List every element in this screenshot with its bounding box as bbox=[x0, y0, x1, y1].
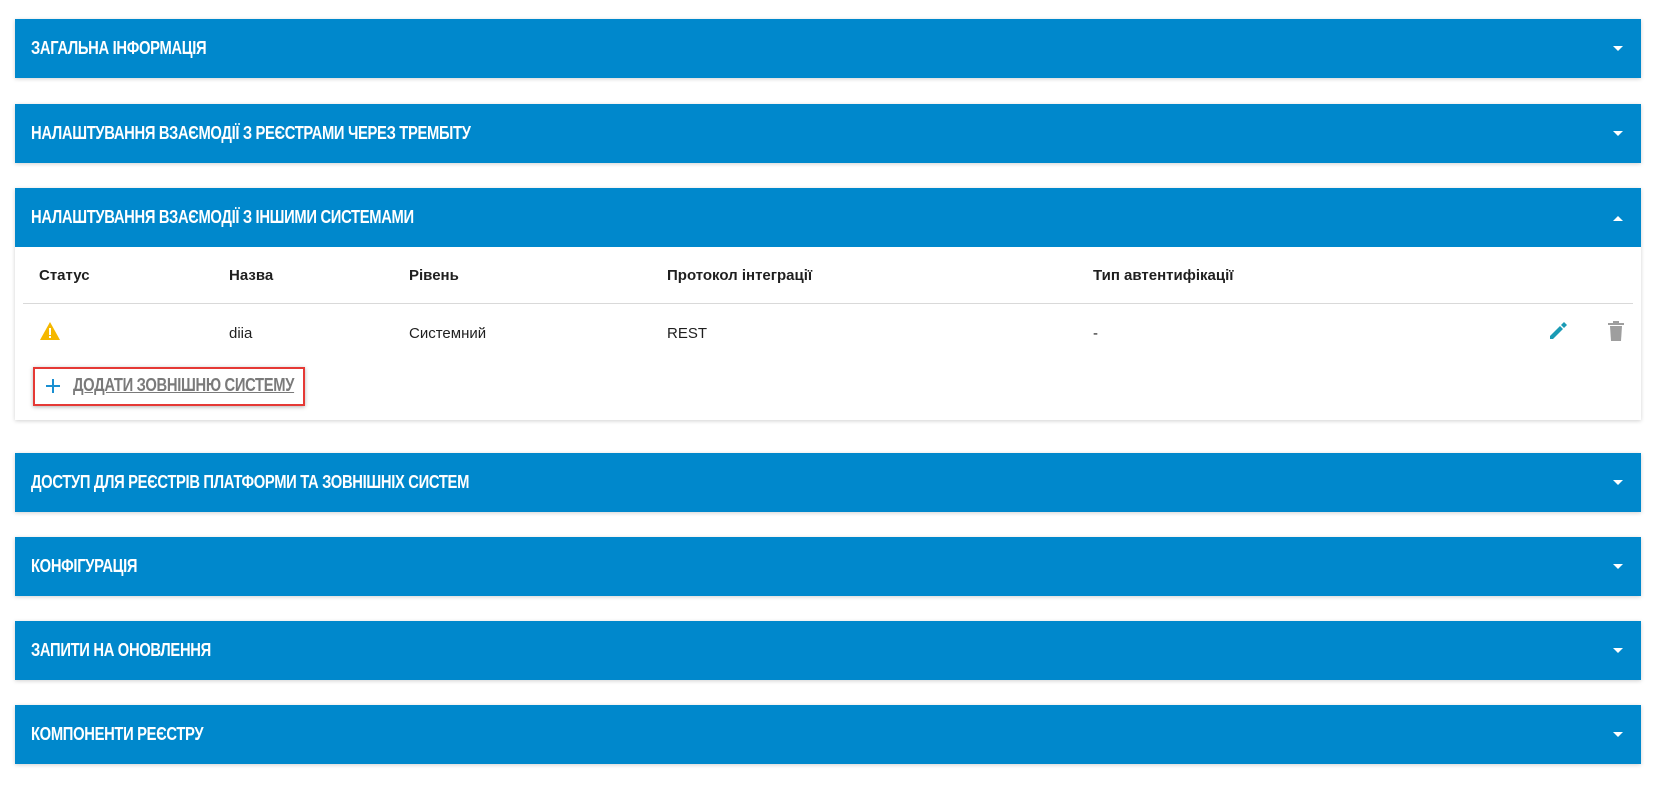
external-systems-table: Статус Назва Рівень Протокол інтеграції … bbox=[23, 247, 1633, 362]
chevron-up-icon bbox=[1611, 211, 1625, 225]
panel-title: НАЛАШТУВАННЯ ВЗАЄМОДІЇ З РЕЄСТРАМИ ЧЕРЕЗ… bbox=[31, 123, 471, 143]
column-header-status: Статус bbox=[23, 247, 213, 304]
panel-other-systems-settings: НАЛАШТУВАННЯ ВЗАЄМОДІЇ З ІНШИМИ СИСТЕМАМ… bbox=[15, 188, 1641, 420]
protocol-cell: REST bbox=[667, 324, 708, 342]
chevron-down-icon bbox=[1611, 560, 1625, 574]
chevron-down-icon bbox=[1611, 728, 1625, 742]
column-header-actions bbox=[1477, 247, 1633, 304]
panel-configuration: КОНФІГУРАЦІЯ bbox=[15, 537, 1641, 596]
panel-title: ЗАГАЛЬНА ІНФОРМАЦІЯ bbox=[31, 38, 207, 58]
pencil-icon[interactable] bbox=[1547, 320, 1569, 346]
panel-header-registry-components[interactable]: КОМПОНЕНТИ РЕЄСТРУ bbox=[15, 705, 1641, 764]
panel-header-configuration[interactable]: КОНФІГУРАЦІЯ bbox=[15, 537, 1641, 596]
chevron-down-icon bbox=[1611, 127, 1625, 141]
add-external-system-button[interactable]: ДОДАТИ ЗОВНІШНЮ СИСТЕМУ bbox=[33, 367, 305, 406]
panel-header-general-info[interactable]: ЗАГАЛЬНА ІНФОРМАЦІЯ bbox=[15, 19, 1641, 78]
panel-body: Статус Назва Рівень Протокол інтеграції … bbox=[15, 247, 1641, 420]
panel-general-info: ЗАГАЛЬНА ІНФОРМАЦІЯ bbox=[15, 19, 1641, 78]
panel-title: ЗАПИТИ НА ОНОВЛЕННЯ bbox=[31, 640, 211, 660]
warning-icon bbox=[39, 321, 61, 345]
column-header-name: Назва bbox=[213, 247, 393, 304]
chevron-down-icon bbox=[1611, 476, 1625, 490]
panel-header-trembita-settings[interactable]: НАЛАШТУВАННЯ ВЗАЄМОДІЇ З РЕЄСТРАМИ ЧЕРЕЗ… bbox=[15, 104, 1641, 163]
panel-trembita-settings: НАЛАШТУВАННЯ ВЗАЄМОДІЇ З РЕЄСТРАМИ ЧЕРЕЗ… bbox=[15, 104, 1641, 163]
name-cell: diia bbox=[229, 324, 253, 342]
add-external-system-label: ДОДАТИ ЗОВНІШНЮ СИСТЕМУ bbox=[73, 375, 295, 395]
chevron-down-icon bbox=[1611, 644, 1625, 658]
column-header-level: Рівень bbox=[393, 247, 651, 304]
chevron-down-icon bbox=[1611, 42, 1625, 56]
level-cell: Системний bbox=[409, 324, 487, 342]
plus-icon bbox=[45, 378, 61, 394]
trash-icon[interactable] bbox=[1607, 320, 1625, 346]
panel-access-settings: ДОСТУП ДЛЯ РЕЄСТРІВ ПЛАТФОРМИ ТА ЗОВНІШН… bbox=[15, 453, 1641, 512]
table-header-row: Статус Назва Рівень Протокол інтеграції … bbox=[23, 247, 1633, 304]
panel-update-requests: ЗАПИТИ НА ОНОВЛЕННЯ bbox=[15, 621, 1641, 680]
panel-title: ДОСТУП ДЛЯ РЕЄСТРІВ ПЛАТФОРМИ ТА ЗОВНІШН… bbox=[31, 472, 470, 492]
panel-title: НАЛАШТУВАННЯ ВЗАЄМОДІЇ З ІНШИМИ СИСТЕМАМ… bbox=[31, 207, 414, 227]
panel-header-access-settings[interactable]: ДОСТУП ДЛЯ РЕЄСТРІВ ПЛАТФОРМИ ТА ЗОВНІШН… bbox=[15, 453, 1641, 512]
panel-header-other-systems-settings[interactable]: НАЛАШТУВАННЯ ВЗАЄМОДІЇ З ІНШИМИ СИСТЕМАМ… bbox=[15, 188, 1641, 247]
panel-header-update-requests[interactable]: ЗАПИТИ НА ОНОВЛЕННЯ bbox=[15, 621, 1641, 680]
panel-title: КОНФІГУРАЦІЯ bbox=[31, 556, 138, 576]
auth-type-cell: - bbox=[1093, 324, 1098, 342]
status-cell bbox=[23, 304, 213, 363]
table-row: diia Системний REST - bbox=[23, 304, 1633, 363]
column-header-auth-type: Тип автентифікації bbox=[1077, 247, 1477, 304]
panel-registry-components: КОМПОНЕНТИ РЕЄСТРУ bbox=[15, 705, 1641, 764]
column-header-protocol: Протокол інтеграції bbox=[651, 247, 1077, 304]
actions-cell bbox=[1477, 304, 1633, 363]
panel-title: КОМПОНЕНТИ РЕЄСТРУ bbox=[31, 724, 204, 744]
